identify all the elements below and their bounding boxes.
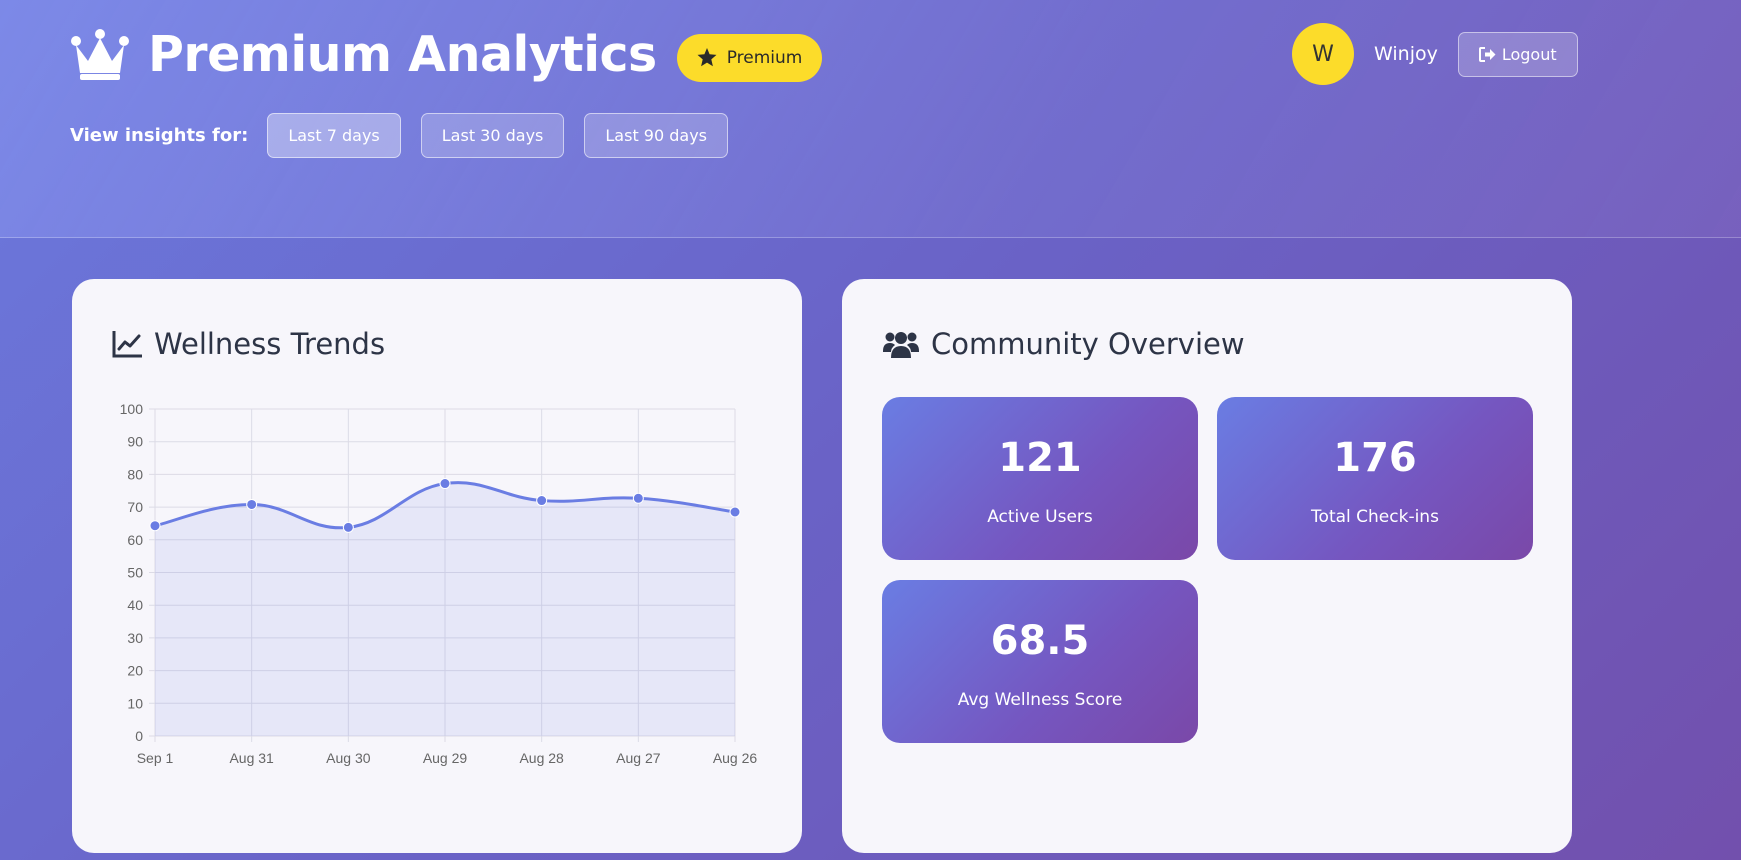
range-button-30-days[interactable]: Last 30 days bbox=[420, 113, 565, 158]
range-button-7-days[interactable]: Last 7 days bbox=[267, 113, 401, 158]
wellness-chart: 0 10 20 30 40 50 60 70 80 90 100 Sep 1 Aug 31 Aug 30 A… bbox=[120, 401, 758, 766]
x-tick-label: Sep 1 bbox=[137, 750, 174, 766]
logout-icon bbox=[1478, 46, 1496, 62]
community-overview-card: Community Overview 121 Active Users 176 … bbox=[842, 279, 1572, 853]
y-tick-label: 100 bbox=[120, 401, 144, 417]
y-tick-label: 50 bbox=[127, 565, 143, 581]
stat-label: Avg Wellness Score bbox=[957, 690, 1123, 710]
x-tick-label: Aug 28 bbox=[519, 750, 564, 766]
star-icon bbox=[697, 48, 717, 67]
title-row: Premium Analytics Premium bbox=[70, 26, 823, 83]
x-tick-label: Aug 27 bbox=[616, 750, 661, 766]
x-tick-label: Aug 31 bbox=[229, 750, 274, 766]
user-area: W Winjoy Logout bbox=[1292, 23, 1578, 85]
x-tick-label: Aug 26 bbox=[713, 750, 758, 766]
data-point bbox=[632, 492, 644, 504]
community-overview-title-text: Community Overview bbox=[931, 327, 1245, 361]
stat-label: Active Users bbox=[987, 507, 1093, 527]
crown-icon bbox=[71, 28, 129, 80]
y-tick-label: 80 bbox=[127, 466, 143, 482]
logout-button[interactable]: Logout bbox=[1457, 31, 1578, 77]
y-tick-label: 20 bbox=[127, 663, 143, 679]
y-tick-label: 10 bbox=[127, 695, 143, 711]
data-point bbox=[246, 498, 258, 510]
stat-value: 121 bbox=[998, 435, 1082, 481]
x-tick-label: Aug 30 bbox=[326, 750, 371, 766]
y-tick-label: 90 bbox=[127, 434, 143, 450]
range-label: View insights for: bbox=[70, 125, 249, 146]
users-icon bbox=[883, 332, 919, 358]
stat-active-users: 121 Active Users bbox=[882, 397, 1198, 560]
range-button-90-days[interactable]: Last 90 days bbox=[584, 113, 729, 158]
stat-total-check-ins: 176 Total Check-ins bbox=[1217, 397, 1533, 560]
premium-badge-label: Premium bbox=[726, 47, 803, 68]
data-point bbox=[149, 520, 161, 532]
page-title: Premium Analytics bbox=[148, 26, 657, 83]
stat-avg-wellness-score: 68.5 Avg Wellness Score bbox=[882, 580, 1198, 743]
range-selector: View insights for: Last 7 days Last 30 d… bbox=[70, 113, 748, 158]
y-tick-label: 0 bbox=[135, 728, 143, 744]
data-point bbox=[342, 521, 354, 533]
header: Premium Analytics Premium View insights … bbox=[0, 0, 1741, 238]
series-area bbox=[155, 482, 735, 736]
data-point bbox=[729, 506, 741, 518]
y-tick-label: 30 bbox=[127, 630, 143, 646]
data-point bbox=[439, 478, 451, 490]
logout-label: Logout bbox=[1501, 44, 1557, 64]
stat-value: 176 bbox=[1333, 435, 1417, 481]
y-tick-label: 60 bbox=[127, 532, 143, 548]
community-overview-title: Community Overview bbox=[882, 327, 1245, 361]
data-point bbox=[536, 495, 548, 507]
avatar[interactable]: W bbox=[1292, 23, 1354, 85]
y-tick-label: 70 bbox=[127, 499, 143, 515]
username: Winjoy bbox=[1374, 43, 1438, 65]
premium-badge: Premium bbox=[676, 33, 823, 82]
stat-label: Total Check-ins bbox=[1311, 507, 1439, 527]
wellness-trends-card: Wellness Trends 0 10 20 30 40 50 60 70 80 90 100 Se… bbox=[72, 279, 802, 853]
stat-value: 68.5 bbox=[990, 618, 1090, 664]
y-tick-label: 40 bbox=[127, 597, 143, 613]
x-tick-label: Aug 29 bbox=[423, 750, 468, 766]
